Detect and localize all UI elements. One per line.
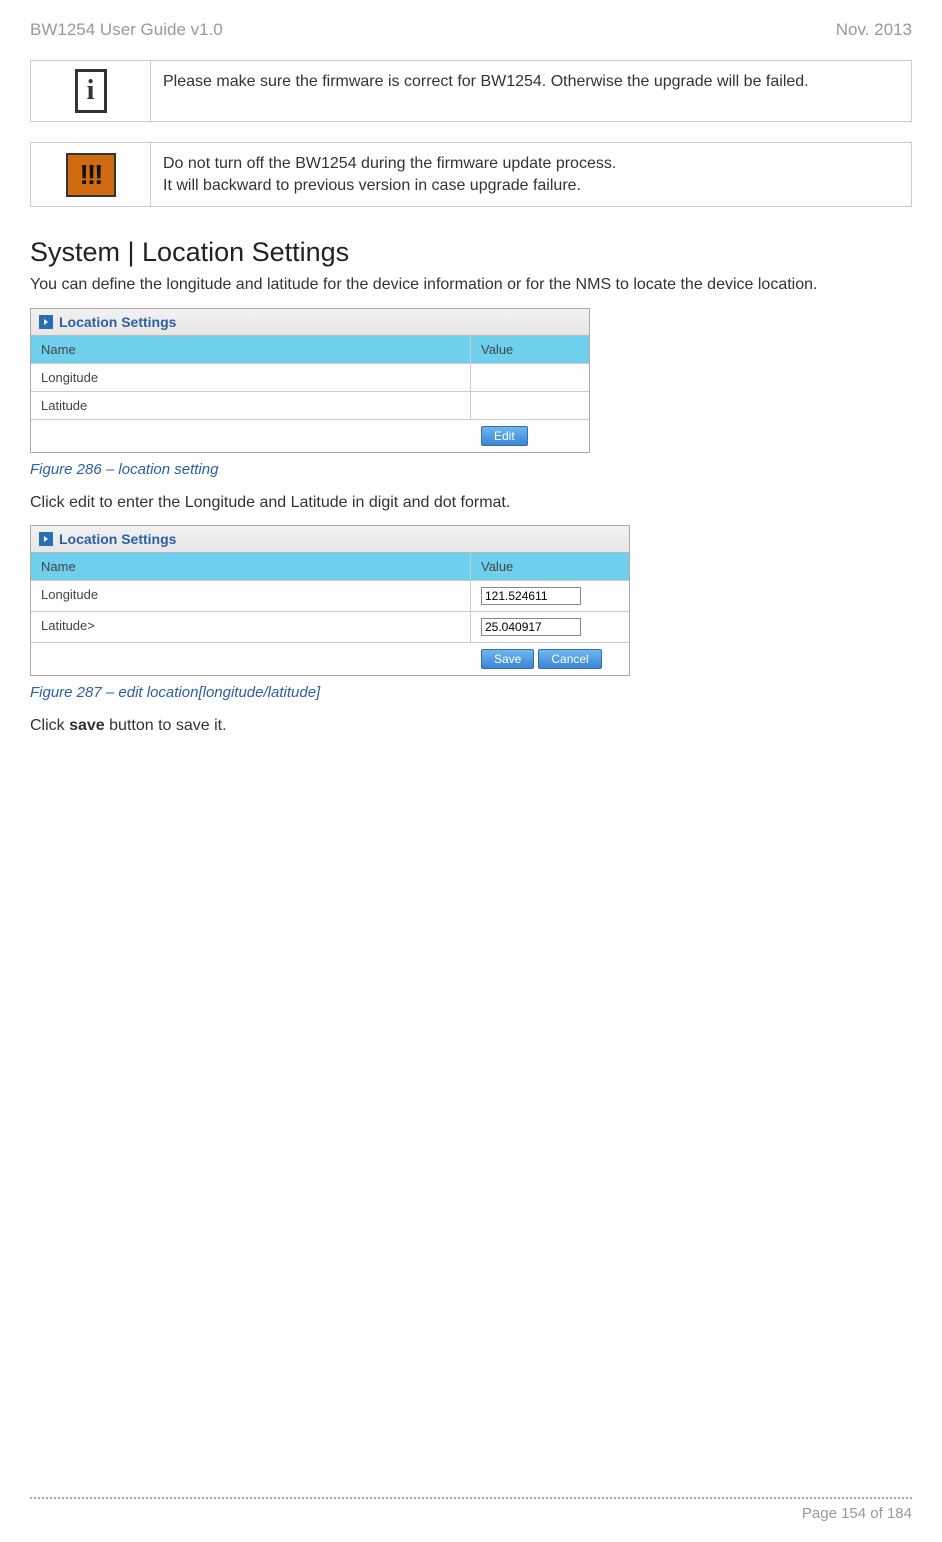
- figure-caption: Figure 286 – location setting: [30, 461, 912, 478]
- page-header: BW1254 User Guide v1.0 Nov. 2013: [30, 20, 912, 40]
- warning-icon: !!!: [66, 153, 116, 197]
- info-note-text: Please make sure the firmware is correct…: [151, 61, 911, 121]
- info-icon-cell: i: [31, 61, 151, 121]
- col-name: Name: [31, 553, 471, 580]
- footer-divider: [30, 1497, 912, 1499]
- col-name: Name: [31, 336, 471, 363]
- info-note-box: i Please make sure the firmware is corre…: [30, 60, 912, 122]
- row-latitude-value: [471, 392, 589, 419]
- info-icon: i: [75, 69, 107, 113]
- panel-title-bar: Location Settings: [31, 309, 589, 336]
- warning-note-text: Do not turn off the BW1254 during the fi…: [151, 143, 911, 206]
- section-intro: You can define the longitude and latitud…: [30, 274, 912, 296]
- panel-title: Location Settings: [59, 314, 176, 330]
- doc-title: BW1254 User Guide v1.0: [30, 20, 223, 40]
- save-bold: save: [69, 717, 105, 734]
- body-text: Click edit to enter the Longitude and La…: [30, 492, 912, 514]
- table-header-row: Name Value: [31, 336, 589, 364]
- panel-title: Location Settings: [59, 531, 176, 547]
- warning-note-box: !!! Do not turn off the BW1254 during th…: [30, 142, 912, 207]
- row-longitude-value: [471, 364, 589, 391]
- body-text: Click save button to save it.: [30, 715, 912, 737]
- col-value: Value: [471, 336, 589, 363]
- text-segment: Click: [30, 717, 69, 734]
- longitude-input[interactable]: [481, 587, 581, 605]
- figure-caption: Figure 287 – edit location[longitude/lat…: [30, 684, 912, 701]
- col-value: Value: [471, 553, 629, 580]
- save-button[interactable]: Save: [481, 649, 534, 669]
- table-row: Latitude: [31, 392, 589, 420]
- row-longitude-label: Longitude: [31, 364, 471, 391]
- section-heading: System | Location Settings: [30, 237, 912, 268]
- location-settings-edit-panel: Location Settings Name Value Longitude L…: [30, 525, 630, 676]
- arrow-icon: [39, 315, 53, 329]
- button-row: Save Cancel: [31, 643, 629, 675]
- warning-line2: It will backward to previous version in …: [163, 175, 899, 197]
- text-segment: button to save it.: [105, 717, 227, 734]
- page-number: Page 154 of 184: [30, 1505, 912, 1522]
- warning-line1: Do not turn off the BW1254 during the fi…: [163, 153, 899, 175]
- table-row: Longitude: [31, 581, 629, 612]
- arrow-icon: [39, 532, 53, 546]
- button-row: Edit: [31, 420, 589, 452]
- table-row: Longitude: [31, 364, 589, 392]
- page-footer: Page 154 of 184: [30, 1497, 912, 1522]
- location-settings-view-panel: Location Settings Name Value Longitude L…: [30, 308, 590, 453]
- edit-button[interactable]: Edit: [481, 426, 528, 446]
- row-latitude-label: Latitude>: [31, 612, 471, 642]
- doc-date: Nov. 2013: [836, 20, 912, 40]
- cancel-button[interactable]: Cancel: [538, 649, 601, 669]
- row-longitude-label: Longitude: [31, 581, 471, 611]
- table-header-row: Name Value: [31, 553, 629, 581]
- panel-title-bar: Location Settings: [31, 526, 629, 553]
- row-latitude-label: Latitude: [31, 392, 471, 419]
- table-row: Latitude>: [31, 612, 629, 643]
- latitude-input[interactable]: [481, 618, 581, 636]
- warning-icon-cell: !!!: [31, 143, 151, 206]
